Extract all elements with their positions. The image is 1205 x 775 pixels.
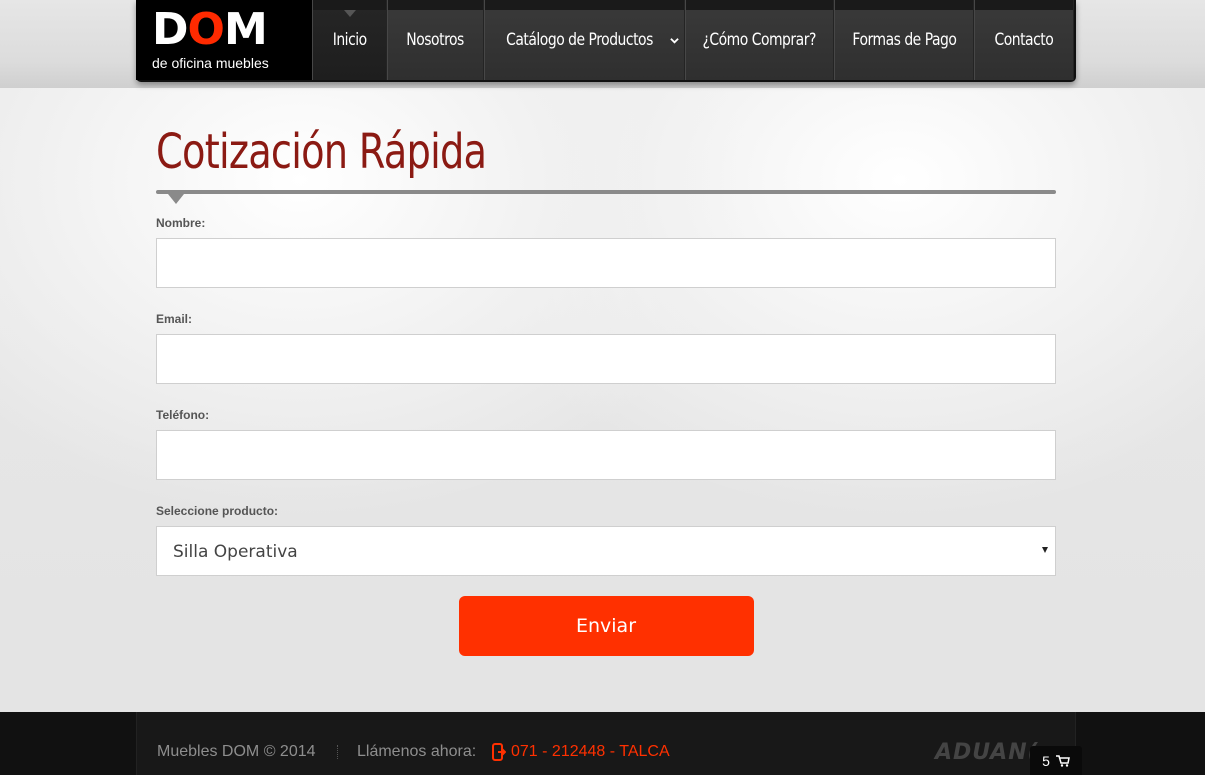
copyright-text: Muebles DOM © 2014 bbox=[157, 743, 316, 760]
product-select[interactable]: Silla Operativa bbox=[156, 526, 1056, 576]
submit-button[interactable]: Enviar bbox=[458, 596, 754, 656]
logo-subtitle: de oficina muebles bbox=[152, 55, 269, 71]
product-select-value: Silla Operativa bbox=[173, 542, 298, 562]
nav-item-label: ¿Cómo Comprar? bbox=[702, 30, 817, 50]
cart-icon bbox=[1055, 754, 1070, 767]
nav-item-label: Nosotros bbox=[406, 30, 465, 50]
logo-wordmark: DOM bbox=[152, 4, 268, 55]
nav-item-label: Contacto bbox=[994, 30, 1054, 50]
developer-logo[interactable]: ADUAN( bbox=[935, 740, 1039, 765]
cart-widget[interactable]: 5 bbox=[1030, 746, 1082, 775]
phone-field[interactable] bbox=[156, 430, 1056, 480]
phone-number-link[interactable]: 071 - 212448 - TALCA bbox=[511, 743, 670, 761]
phone-icon bbox=[492, 743, 506, 761]
product-label: Seleccione producto: bbox=[156, 504, 279, 518]
cart-count: 5 bbox=[1042, 752, 1050, 769]
quote-form: Nombre: Email: Teléfono: Seleccione prod… bbox=[156, 216, 1056, 656]
phone-label: Teléfono: bbox=[156, 408, 210, 422]
nav-item-label: Inicio bbox=[332, 30, 367, 50]
nav-item-inicio[interactable]: Inicio bbox=[312, 0, 387, 80]
nav-item-label: Catálogo de Productos bbox=[505, 30, 653, 50]
nav-item-label: Formas de Pago bbox=[851, 30, 957, 50]
footer-divider bbox=[337, 745, 338, 759]
email-label: Email: bbox=[156, 312, 193, 326]
nav-item-como-comprar[interactable]: ¿Cómo Comprar? bbox=[685, 0, 834, 80]
nav-menu: Inicio Nosotros Catálogo de Productos ¿C… bbox=[312, 0, 1076, 80]
nav-item-formas-de-pago[interactable]: Formas de Pago bbox=[834, 0, 974, 80]
site-footer: Muebles DOM © 2014 Llámenos ahora: 071 -… bbox=[0, 712, 1205, 775]
quote-form-section: Cotización Rápida Nombre: Email: Teléfon… bbox=[156, 120, 1056, 656]
nav-item-catalogo[interactable]: Catálogo de Productos bbox=[484, 0, 685, 80]
title-divider bbox=[156, 190, 1056, 204]
name-label: Nombre: bbox=[156, 216, 206, 230]
site-logo[interactable]: DOM de oficina muebles bbox=[136, 0, 312, 80]
nav-item-nosotros[interactable]: Nosotros bbox=[387, 0, 484, 80]
page-title: Cotización Rápida bbox=[156, 124, 487, 180]
nav-item-contacto[interactable]: Contacto bbox=[974, 0, 1074, 80]
main-navbar: DOM de oficina muebles Inicio Nosotros C… bbox=[136, 0, 1076, 82]
email-field[interactable] bbox=[156, 334, 1056, 384]
footer-bar: Muebles DOM © 2014 Llámenos ahora: 071 -… bbox=[136, 712, 1076, 775]
chevron-down-icon bbox=[670, 37, 680, 44]
dropdown-arrow-icon bbox=[1042, 547, 1048, 553]
name-field[interactable] bbox=[156, 238, 1056, 288]
call-label: Llámenos ahora: bbox=[357, 743, 477, 760]
